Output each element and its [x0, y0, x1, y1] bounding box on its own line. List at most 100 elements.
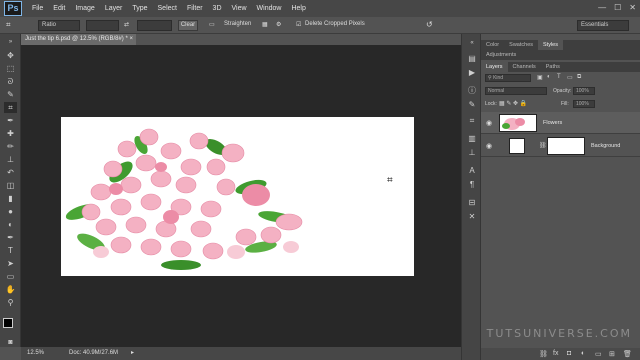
- pixel-filter-icon[interactable]: ▣: [537, 74, 543, 81]
- quick-mask-icon[interactable]: ◙: [4, 337, 17, 348]
- document-tab[interactable]: Just the tip 6.psd @ 12.5% (RGB/8#) * ×: [21, 34, 136, 45]
- paragraph-panel-icon[interactable]: ¶: [467, 180, 477, 190]
- new-adjustment-icon[interactable]: ◐: [581, 350, 585, 357]
- strip-collapse-icon[interactable]: «: [467, 38, 477, 48]
- opacity-input[interactable]: 100%: [573, 87, 595, 95]
- ratio-select[interactable]: Ratio: [38, 20, 80, 31]
- grid-overlay-icon[interactable]: ▦: [262, 21, 268, 28]
- visibility-eye-icon[interactable]: ◉: [486, 119, 492, 127]
- document-canvas[interactable]: [61, 117, 414, 276]
- shape-tool-icon[interactable]: ▭: [4, 271, 17, 282]
- menu-type[interactable]: Type: [132, 5, 147, 12]
- quick-select-tool-icon[interactable]: ✎: [4, 89, 17, 100]
- layer-row-background[interactable]: ◉ ⛓ Background: [481, 135, 640, 157]
- crop-icon[interactable]: ⌗: [6, 20, 11, 30]
- panel-collapse-icon[interactable]: »: [4, 37, 17, 48]
- status-menu-icon[interactable]: ▸: [131, 349, 134, 356]
- layer-comps-icon[interactable]: ⊟: [467, 198, 477, 208]
- straighten-icon[interactable]: ▭: [209, 21, 215, 28]
- type-tool-icon[interactable]: T: [4, 245, 17, 256]
- tab-adjustments[interactable]: Adjustments: [481, 50, 521, 60]
- type-filter-icon[interactable]: T: [557, 74, 561, 80]
- pen-tool-icon[interactable]: ✒: [4, 232, 17, 243]
- lock-icons[interactable]: ▦ ✎ ✥ 🔒: [499, 100, 527, 107]
- properties-panel-icon[interactable]: ▥: [467, 134, 477, 144]
- clone-stamp-tool-icon[interactable]: ⊥: [4, 154, 17, 165]
- close-tab-icon[interactable]: ×: [129, 34, 133, 45]
- menu-help[interactable]: Help: [291, 5, 305, 12]
- reset-icon[interactable]: ↺: [426, 20, 433, 29]
- layer-row-flowers[interactable]: ◉ Flowers: [481, 112, 640, 134]
- crop-tool-icon[interactable]: ⌗: [4, 102, 17, 113]
- document-info[interactable]: Doc: 40.9M/27.6M: [69, 350, 118, 356]
- layer-name[interactable]: Background: [591, 143, 620, 149]
- eraser-tool-icon[interactable]: ◫: [4, 180, 17, 191]
- foreground-color-swatch[interactable]: [3, 318, 13, 328]
- move-tool-icon[interactable]: ✥: [4, 50, 17, 61]
- gear-icon[interactable]: ⚙: [276, 21, 281, 28]
- tab-layers[interactable]: Layers: [481, 62, 508, 72]
- history-brush-tool-icon[interactable]: ↶: [4, 167, 17, 178]
- maximize-button[interactable]: ☐: [614, 3, 621, 12]
- new-layer-icon[interactable]: ⊞: [609, 350, 615, 358]
- 3d-panel-icon[interactable]: ✕: [467, 212, 477, 222]
- canvas-workspace[interactable]: ⌗: [21, 45, 461, 347]
- blur-tool-icon[interactable]: ●: [4, 206, 17, 217]
- ratio-width-input[interactable]: [86, 20, 119, 31]
- tab-paths[interactable]: Paths: [541, 62, 565, 72]
- straighten-label[interactable]: Straighten: [224, 21, 251, 27]
- menu-window[interactable]: Window: [257, 5, 282, 12]
- layer-kind-filter[interactable]: ⚲ Kind: [485, 74, 531, 82]
- add-style-icon[interactable]: fx: [553, 350, 558, 357]
- menu-file[interactable]: File: [32, 5, 43, 12]
- delete-cropped-checkbox[interactable]: ☑: [296, 21, 301, 28]
- adjustment-filter-icon[interactable]: ◐: [547, 74, 551, 80]
- history-panel-icon[interactable]: ▤: [467, 54, 477, 64]
- menu-view[interactable]: View: [232, 5, 247, 12]
- add-mask-icon[interactable]: ◘: [567, 350, 571, 357]
- gradient-tool-icon[interactable]: ▮: [4, 193, 17, 204]
- tab-styles[interactable]: Styles: [538, 40, 563, 50]
- minimize-button[interactable]: —: [598, 3, 606, 12]
- marquee-tool-icon[interactable]: ⬚: [4, 63, 17, 74]
- hand-tool-icon[interactable]: ✋: [4, 284, 17, 295]
- menu-image[interactable]: Image: [75, 5, 94, 12]
- brush-tool-icon[interactable]: ✏: [4, 141, 17, 152]
- visibility-eye-icon[interactable]: ◉: [486, 142, 492, 150]
- tool-presets-icon[interactable]: ⌗: [467, 116, 477, 126]
- menu-3d[interactable]: 3D: [213, 5, 222, 12]
- healing-brush-tool-icon[interactable]: ✚: [4, 128, 17, 139]
- zoom-tool-icon[interactable]: ⚲: [4, 297, 17, 308]
- path-selection-tool-icon[interactable]: ➤: [4, 258, 17, 269]
- zoom-level[interactable]: 12.5%: [27, 350, 44, 356]
- tab-swatches[interactable]: Swatches: [504, 40, 538, 50]
- shape-filter-icon[interactable]: ▭: [567, 74, 573, 81]
- workspace-select[interactable]: Essentials: [577, 20, 629, 31]
- tab-channels[interactable]: Channels: [508, 62, 541, 72]
- lasso-tool-icon[interactable]: ᘐ: [4, 76, 17, 87]
- ratio-height-input[interactable]: [137, 20, 172, 31]
- clone-source-icon[interactable]: ⊥: [467, 148, 477, 158]
- smart-object-filter-icon[interactable]: ⧉: [577, 74, 581, 81]
- eyedropper-tool-icon[interactable]: ✒: [4, 115, 17, 126]
- clear-button[interactable]: Clear: [178, 20, 198, 31]
- color-panel-tabs: Color Swatches Styles: [481, 40, 640, 50]
- close-button[interactable]: ✕: [629, 3, 636, 12]
- info-panel-icon[interactable]: ⓘ: [467, 86, 477, 96]
- actions-panel-icon[interactable]: ▶: [467, 68, 477, 78]
- menu-select[interactable]: Select: [158, 5, 177, 12]
- menu-filter[interactable]: Filter: [187, 5, 203, 12]
- menu-edit[interactable]: Edit: [53, 5, 65, 12]
- new-group-icon[interactable]: ▭: [595, 350, 602, 358]
- swap-icon[interactable]: ⇄: [124, 21, 129, 28]
- blend-mode-select[interactable]: Normal: [485, 87, 547, 95]
- layer-name[interactable]: Flowers: [543, 120, 562, 126]
- dodge-tool-icon[interactable]: ◐: [4, 219, 17, 230]
- fill-input[interactable]: 100%: [573, 100, 595, 108]
- tab-color[interactable]: Color: [481, 40, 504, 50]
- character-panel-icon[interactable]: A: [467, 166, 477, 176]
- brush-panel-icon[interactable]: ✎: [467, 100, 477, 110]
- menu-layer[interactable]: Layer: [105, 5, 123, 12]
- link-layers-icon[interactable]: ⛓: [539, 350, 548, 358]
- trash-icon[interactable]: 🗑: [623, 350, 632, 358]
